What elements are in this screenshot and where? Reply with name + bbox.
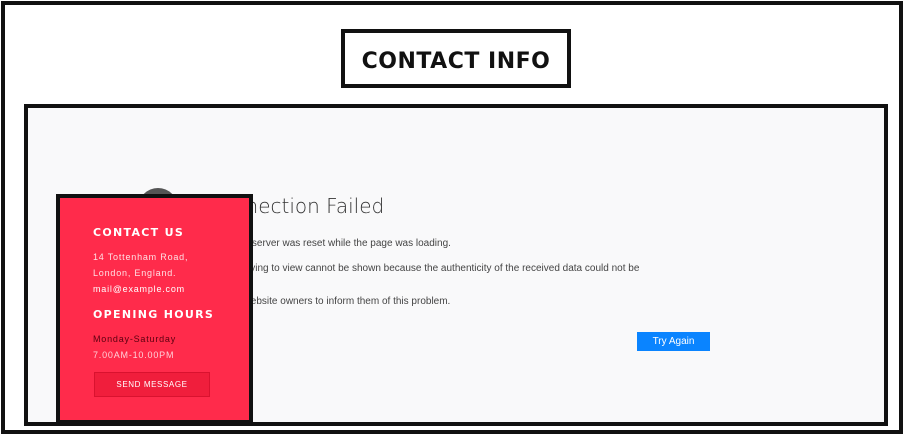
try-again-button[interactable]: Try Again (637, 332, 710, 351)
opening-time: 7.00AM-10.00PM (93, 350, 175, 360)
address-line: 14 Tottenham Road, (93, 252, 189, 262)
contact-card: CONTACT US 14 Tottenham Road, London, En… (56, 194, 253, 424)
error-text-line: you are trying to view cannot be shown b… (208, 263, 640, 274)
opening-hours-heading: OPENING HOURS (93, 308, 215, 321)
opening-days: Monday-Saturday (93, 334, 177, 344)
address-line: London, England. (93, 268, 177, 278)
send-message-button[interactable]: SEND MESSAGE (94, 372, 210, 397)
contact-us-heading: CONTACT US (93, 226, 185, 239)
email-link[interactable]: mail@example.com (93, 284, 185, 294)
title-box: CONTACT INFO (341, 29, 571, 88)
page-title: CONTACT INFO (361, 49, 551, 74)
